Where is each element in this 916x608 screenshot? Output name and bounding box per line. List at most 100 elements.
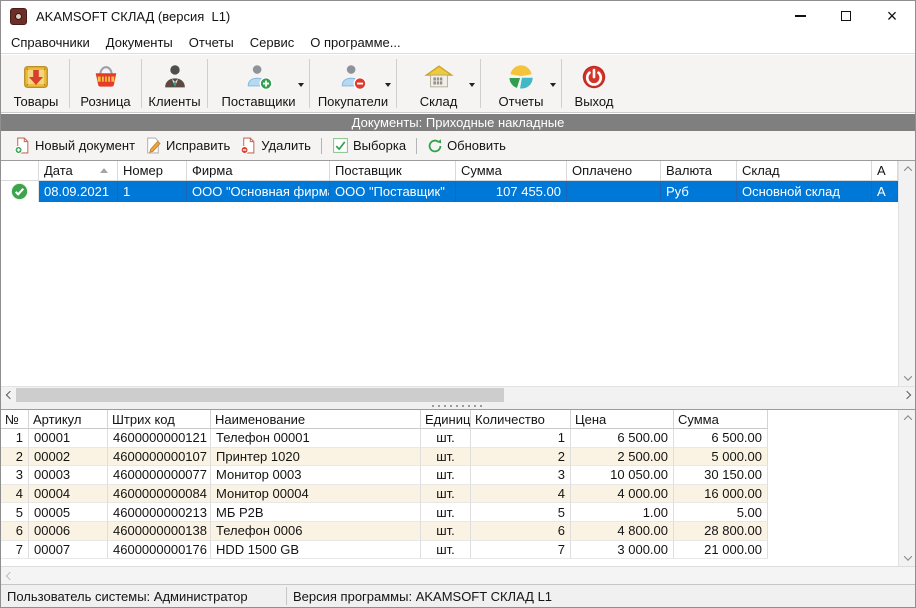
menu-item-references[interactable]: Справочники [3, 31, 98, 53]
maximize-button[interactable] [823, 1, 869, 31]
cell-number: 1 [1, 429, 29, 448]
item-row[interactable]: 5000054600000000213МБ Р2Вшт.51.005.00 [1, 503, 898, 522]
items-column-header-price[interactable]: Цена [571, 410, 674, 429]
chevron-up-icon [903, 166, 911, 174]
status-bar: Пользователь системы: Администратор Верс… [1, 584, 915, 607]
column-header-status[interactable] [1, 161, 39, 181]
column-header-label: Дата [44, 163, 73, 178]
chevron-down-icon[interactable] [385, 83, 391, 87]
items-column-header-unit[interactable]: Единица [421, 410, 471, 429]
menu-item-service[interactable]: Сервис [242, 31, 303, 53]
cell-paid [567, 181, 661, 202]
documents-vertical-scrollbar[interactable] [898, 161, 915, 386]
item-row[interactable]: 2000024600000000107Принтер 1020шт.22 500… [1, 448, 898, 467]
scroll-up-button[interactable] [899, 410, 916, 426]
scroll-right-button[interactable] [898, 387, 915, 403]
cell-article: 00001 [29, 429, 108, 448]
column-header-label: Сумма [461, 163, 502, 178]
documents-table: Дата Номер Фирма Поставщик Сумма ОплаченоВалю… [1, 161, 898, 386]
doc-add-icon [14, 137, 31, 154]
document-row[interactable]: 08.09.20211ООО "Основная фирма"ООО "Пост… [1, 181, 898, 202]
cell-name: Телефон 00001 [211, 429, 421, 448]
item-row[interactable]: 1000014600000000121Телефон 00001шт.16 50… [1, 429, 898, 448]
doc-toolbar-button-delete-document[interactable]: Удалить [235, 135, 316, 156]
chevron-down-icon[interactable] [298, 83, 304, 87]
toolbar-button-warehouse[interactable]: Склад [397, 57, 480, 110]
doc-toolbar-button-refresh[interactable]: Обновить [422, 136, 511, 156]
toolbar-button-suppliers[interactable]: Поставщики [208, 57, 309, 110]
scroll-down-button[interactable] [899, 370, 916, 386]
scroll-left-button[interactable] [1, 568, 18, 584]
close-button[interactable]: × [869, 1, 915, 31]
items-horizontal-scrollbar[interactable] [1, 566, 915, 584]
items-column-header-sum[interactable]: Сумма [674, 410, 768, 429]
toolbar-button-retail[interactable]: Розница [70, 57, 141, 110]
cell-warehouse: Основной склад [737, 181, 872, 202]
item-row[interactable]: 7000074600000000176HDD 1500 GBшт.73 000.… [1, 541, 898, 560]
items-column-header-barcode[interactable]: Штрих код [108, 410, 211, 429]
cell-supplier: ООО "Поставщик" [330, 181, 456, 202]
column-header-currency[interactable]: Валюта [661, 161, 737, 181]
toolbar-button-reports[interactable]: Отчеты [481, 57, 561, 110]
cell-firm: ООО "Основная фирма" [187, 181, 330, 202]
doc-toolbar-button-edit-document[interactable]: Исправить [140, 135, 235, 156]
pie-chart-icon [506, 59, 536, 94]
doc-toolbar-button-new-document[interactable]: Новый документ [9, 135, 140, 156]
cell-price: 4 800.00 [571, 522, 674, 541]
scroll-down-button[interactable] [899, 550, 916, 566]
doc-toolbar-button-label: Выборка [353, 138, 406, 153]
column-header-date[interactable]: Дата [39, 161, 118, 181]
minimize-icon [795, 15, 806, 17]
cell-number: 7 [1, 541, 29, 560]
items-vertical-scrollbar[interactable] [898, 410, 915, 566]
splitter-handle[interactable] [1, 402, 915, 409]
scrollbar-thumb[interactable] [16, 388, 504, 402]
app-icon [10, 8, 27, 25]
toolbar-separator [321, 138, 322, 154]
chevron-down-icon[interactable] [469, 83, 475, 87]
column-header-firm[interactable]: Фирма [187, 161, 330, 181]
status-divider [286, 587, 287, 605]
items-column-header-number[interactable]: № [1, 410, 29, 429]
cell-unit: шт. [421, 522, 471, 541]
menu-item-about[interactable]: О программе... [302, 31, 408, 53]
doc-edit-icon [145, 137, 162, 154]
column-header-supplier[interactable]: Поставщик [330, 161, 456, 181]
menu-bar: СправочникиДокументыОтчетыСервисО програ… [1, 31, 915, 54]
toolbar-button-clients[interactable]: Клиенты [142, 57, 207, 110]
cell-barcode: 4600000000084 [108, 485, 211, 504]
column-header-a-partial[interactable]: А [872, 161, 898, 181]
chevron-down-icon[interactable] [550, 83, 556, 87]
column-header-label: Фирма [192, 163, 233, 178]
cell-date: 08.09.2021 [39, 181, 118, 202]
section-caption-text: Документы: Приходные накладные [352, 115, 565, 130]
column-header-sum[interactable]: Сумма [456, 161, 567, 181]
column-header-paid[interactable]: Оплачено [567, 161, 661, 181]
documents-grid-region: Дата Номер Фирма Поставщик Сумма ОплаченоВалю… [1, 160, 915, 402]
documents-horizontal-scrollbar[interactable] [1, 386, 915, 402]
items-column-header-article[interactable]: Артикул [29, 410, 108, 429]
items-column-header-name[interactable]: Наименование [211, 410, 421, 429]
menu-item-reports[interactable]: Отчеты [181, 31, 242, 53]
items-column-header-qty[interactable]: Количество [471, 410, 571, 429]
doc-toolbar-button-selection[interactable]: Выборка [327, 135, 411, 156]
cell-qty: 7 [471, 541, 571, 560]
cell-sum: 30 150.00 [674, 466, 768, 485]
toolbar-button-goods[interactable]: Товары [3, 57, 69, 110]
toolbar-button-buyers[interactable]: Покупатели [310, 57, 396, 110]
item-row[interactable]: 6000064600000000138Телефон 0006шт.64 800… [1, 522, 898, 541]
scroll-up-button[interactable] [899, 161, 916, 177]
item-row[interactable]: 3000034600000000077Монитор 0003шт.310 05… [1, 466, 898, 485]
cell-unit: шт. [421, 503, 471, 522]
cell-unit: шт. [421, 448, 471, 467]
toolbar-button-exit[interactable]: Выход [562, 57, 626, 110]
item-row[interactable]: 4000044600000000084Монитор 00004шт.44 00… [1, 485, 898, 504]
cell-number: 5 [1, 503, 29, 522]
column-header-number[interactable]: Номер [118, 161, 187, 181]
cell-barcode: 4600000000176 [108, 541, 211, 560]
minimize-button[interactable] [777, 1, 823, 31]
menu-item-documents[interactable]: Документы [98, 31, 181, 53]
cell-price: 6 500.00 [571, 429, 674, 448]
documents-table-body: 08.09.20211ООО "Основная фирма"ООО "Пост… [1, 181, 898, 202]
column-header-warehouse[interactable]: Склад [737, 161, 872, 181]
